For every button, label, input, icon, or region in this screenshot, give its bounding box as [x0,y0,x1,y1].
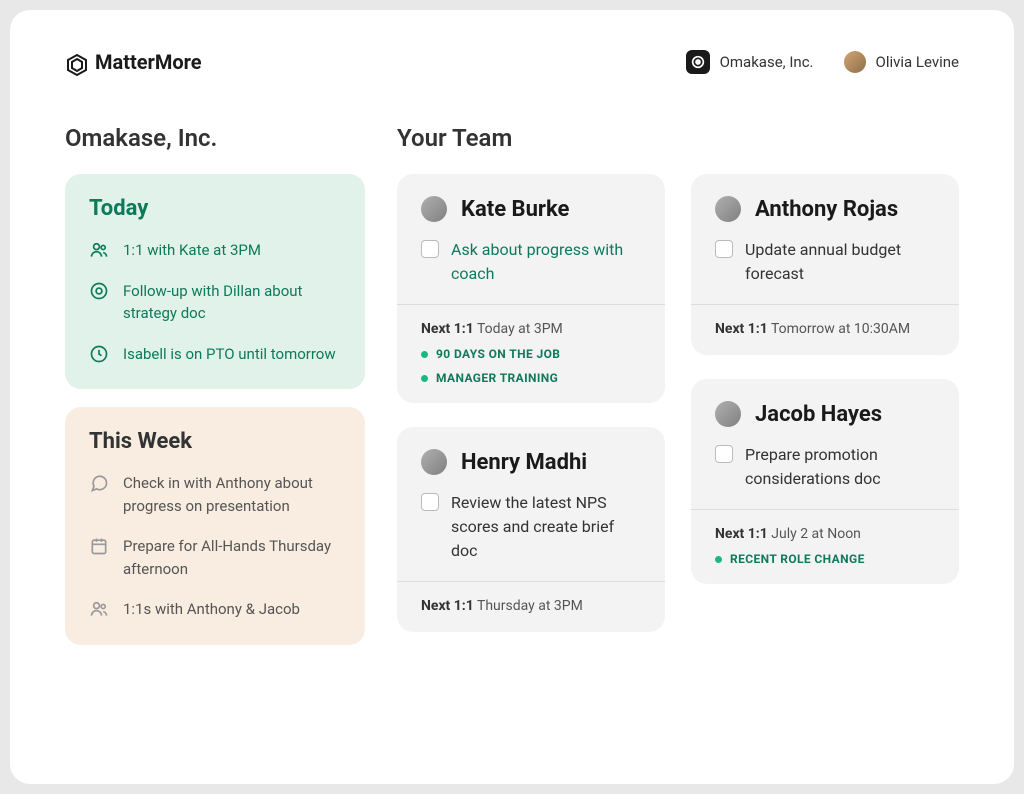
team-title: Your Team [397,124,959,152]
header-right: Omakase, Inc. Olivia Levine [686,50,959,74]
brand-logo[interactable]: MatterMore [65,50,202,74]
person-avatar-icon [421,196,447,222]
next-meeting: Next 1:1 Thursday at 3PM [421,598,641,614]
week-item[interactable]: Prepare for All-Hands Thursday afternoon [89,535,341,580]
agenda-text: 1:1s with Anthony & Jacob [123,598,300,621]
header: MatterMore Omakase, Inc. Olivia Levine [65,50,959,74]
week-title: This Week [89,429,341,454]
task-text: Update annual budget forecast [745,238,935,286]
status-tag: 90 DAYS ON THE JOB [421,347,641,361]
next-value: July 2 at Noon [768,526,861,542]
card-top: Anthony Rojas Update annual budget foreca… [691,174,959,304]
task-text: Ask about progress with coach [451,238,641,286]
card-header: Henry Madhi [421,449,641,475]
org-name: Omakase, Inc. [720,53,814,71]
card-header: Kate Burke [421,196,641,222]
next-value: Today at 3PM [474,321,563,337]
agenda-text: Follow-up with Dillan about strategy doc [123,280,341,325]
right-column: Your Team Kate Burke Ask about progress w… [397,124,959,663]
hex-logo-icon [65,53,85,73]
next-value: Thursday at 3PM [474,598,583,614]
tag-label: MANAGER TRAINING [436,371,558,385]
tag-label: RECENT ROLE CHANGE [730,552,865,566]
team-card[interactable]: Jacob Hayes Prepare promotion considerati… [691,379,959,584]
week-item[interactable]: Check in with Anthony about progress on … [89,472,341,517]
card-bottom: Next 1:1 July 2 at Noon RECENT ROLE CHANG… [691,509,959,584]
task-text: Prepare promotion considerations doc [745,443,935,491]
status-tag: MANAGER TRAINING [421,371,641,385]
next-meeting: Next 1:1 July 2 at Noon [715,526,935,542]
task-row: Review the latest NPS scores and create … [421,491,641,563]
person-name: Jacob Hayes [755,402,882,427]
task-checkbox[interactable] [421,240,439,258]
person-avatar-icon [715,401,741,427]
task-row: Ask about progress with coach [421,238,641,286]
user-avatar-icon [844,51,866,73]
tag-label: 90 DAYS ON THE JOB [436,347,560,361]
next-label: Next 1:1 [421,321,474,337]
people-icon [89,599,109,619]
person-avatar-icon [421,449,447,475]
agenda-text: 1:1 with Kate at 3PM [123,239,261,262]
app-window: MatterMore Omakase, Inc. Olivia Levine O… [10,10,1014,784]
next-label: Next 1:1 [421,598,474,614]
card-bottom: Next 1:1 Today at 3PM 90 DAYS ON THE JOB M… [397,304,665,403]
card-header: Jacob Hayes [715,401,935,427]
org-selector[interactable]: Omakase, Inc. [686,50,814,74]
task-text: Review the latest NPS scores and create … [451,491,641,563]
card-bottom: Next 1:1 Thursday at 3PM [397,581,665,632]
status-tag: RECENT ROLE CHANGE [715,552,935,566]
next-meeting: Next 1:1 Tomorrow at 10:30AM [715,321,935,337]
card-top: Jacob Hayes Prepare promotion considerati… [691,379,959,509]
card-top: Henry Madhi Review the latest NPS scores … [397,427,665,581]
week-panel: This Week Check in with Anthony about pr… [65,407,365,645]
user-name: Olivia Levine [876,53,960,71]
team-col-1: Kate Burke Ask about progress with coach N… [397,174,665,632]
team-card[interactable]: Henry Madhi Review the latest NPS scores … [397,427,665,632]
at-icon [89,281,109,301]
card-header: Anthony Rojas [715,196,935,222]
task-checkbox[interactable] [715,445,733,463]
next-meeting: Next 1:1 Today at 3PM [421,321,641,337]
user-menu[interactable]: Olivia Levine [844,51,960,73]
chat-icon [89,473,109,493]
team-card[interactable]: Kate Burke Ask about progress with coach N… [397,174,665,403]
task-row: Update annual budget forecast [715,238,935,286]
clock-icon [89,344,109,364]
person-name: Anthony Rojas [755,197,898,222]
next-label: Next 1:1 [715,321,768,337]
content: Omakase, Inc. Today 1:1 with Kate at 3PM [65,124,959,663]
person-name: Henry Madhi [461,450,587,475]
card-top: Kate Burke Ask about progress with coach [397,174,665,304]
org-title: Omakase, Inc. [65,124,365,152]
person-avatar-icon [715,196,741,222]
team-col-2: Anthony Rojas Update annual budget foreca… [691,174,959,632]
agenda-text: Check in with Anthony about progress on … [123,472,341,517]
today-item[interactable]: Isabell is on PTO until tomorrow [89,343,341,366]
dot-icon [715,556,722,563]
left-column: Omakase, Inc. Today 1:1 with Kate at 3PM [65,124,365,663]
agenda-text: Prepare for All-Hands Thursday afternoon [123,535,341,580]
task-row: Prepare promotion considerations doc [715,443,935,491]
people-icon [89,240,109,260]
today-title: Today [89,196,341,221]
brand-name: MatterMore [95,50,202,74]
agenda-text: Isabell is on PTO until tomorrow [123,343,336,366]
team-grid: Kate Burke Ask about progress with coach N… [397,174,959,632]
today-item[interactable]: Follow-up with Dillan about strategy doc [89,280,341,325]
task-checkbox[interactable] [715,240,733,258]
calendar-icon [89,536,109,556]
next-label: Next 1:1 [715,526,768,542]
next-value: Tomorrow at 10:30AM [768,321,910,337]
team-card[interactable]: Anthony Rojas Update annual budget foreca… [691,174,959,355]
week-item[interactable]: 1:1s with Anthony & Jacob [89,598,341,621]
dot-icon [421,351,428,358]
today-item[interactable]: 1:1 with Kate at 3PM [89,239,341,262]
today-panel: Today 1:1 with Kate at 3PM [65,174,365,389]
task-checkbox[interactable] [421,493,439,511]
dot-icon [421,375,428,382]
card-bottom: Next 1:1 Tomorrow at 10:30AM [691,304,959,355]
target-icon [686,50,710,74]
person-name: Kate Burke [461,197,569,222]
